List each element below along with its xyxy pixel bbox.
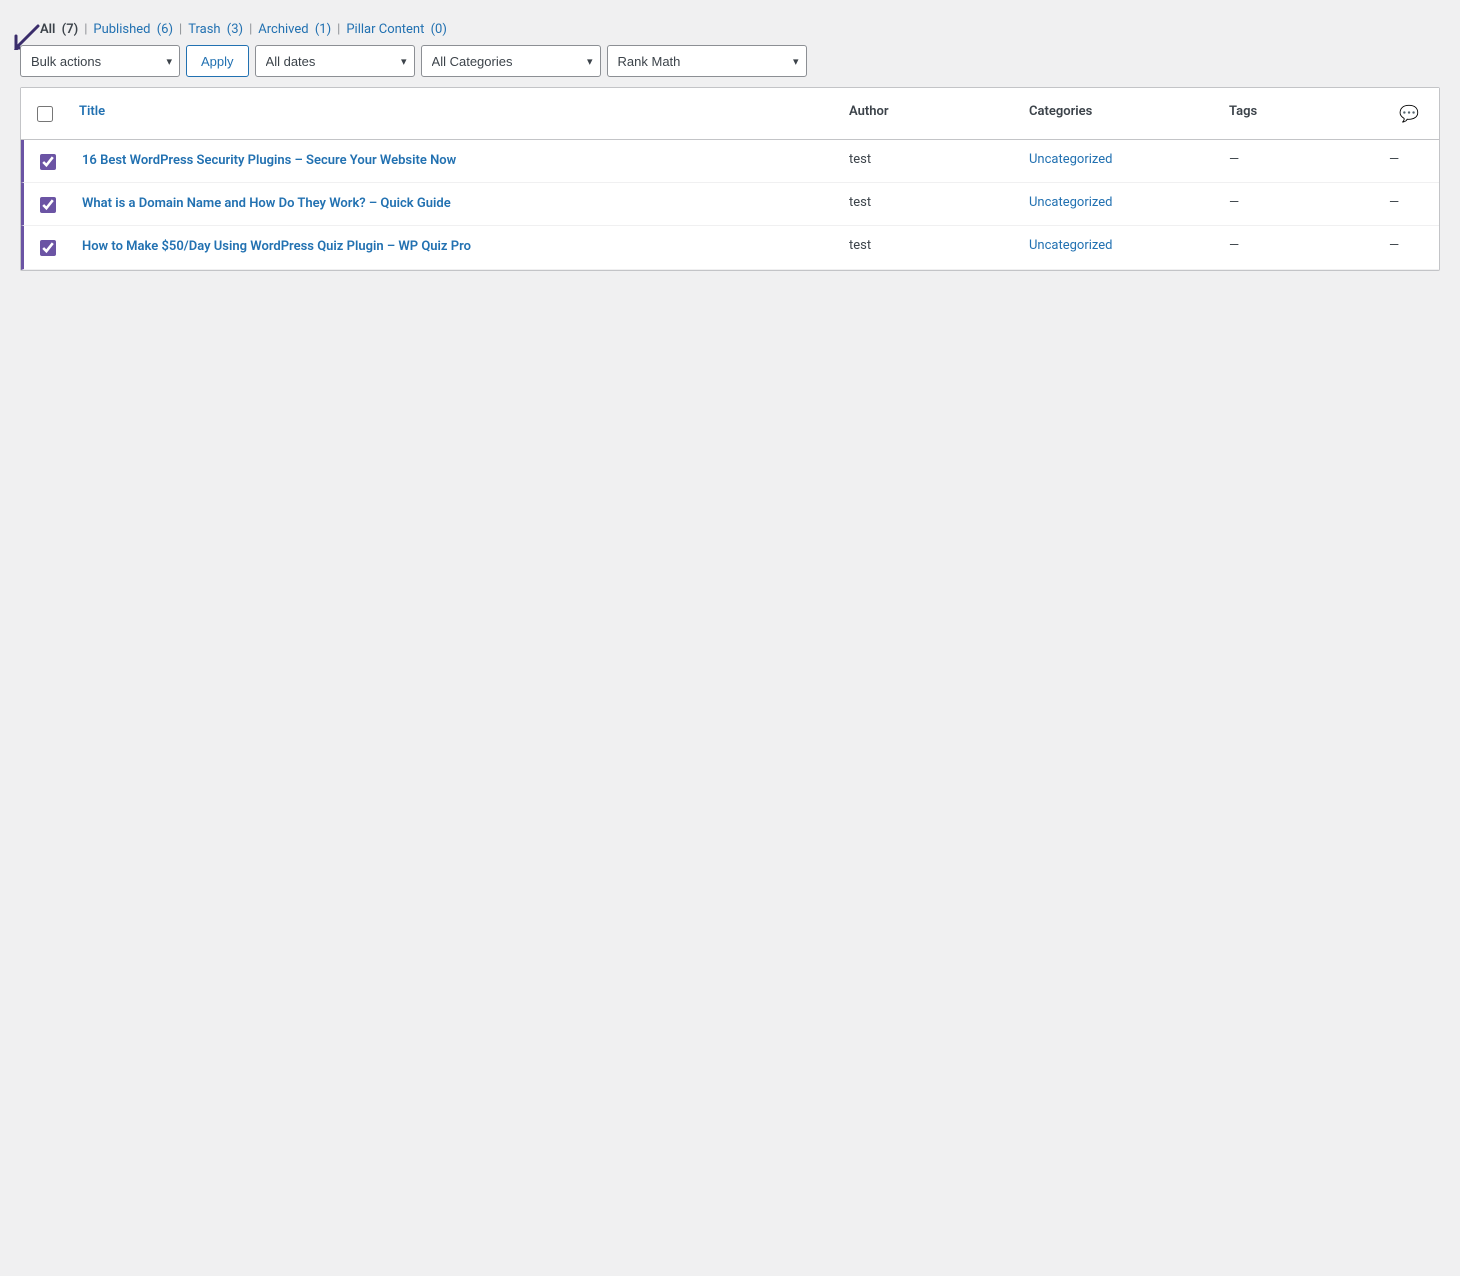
filter-archived[interactable]: Archived (1) bbox=[258, 22, 331, 37]
table-row: What is a Domain Name and How Do They Wo… bbox=[21, 183, 1439, 226]
row-1-category-cell[interactable]: Uncategorized bbox=[1019, 140, 1219, 182]
select-all-wrapper bbox=[21, 96, 69, 131]
row-1-comments-cell: — bbox=[1379, 140, 1439, 182]
col-header-title[interactable]: Title bbox=[69, 96, 839, 131]
row-3-author-cell: test bbox=[839, 226, 1019, 268]
dates-select[interactable]: All dates bbox=[255, 45, 415, 77]
row-3-checkbox-cell bbox=[24, 226, 72, 268]
row-3-category-cell[interactable]: Uncategorized bbox=[1019, 226, 1219, 268]
filter-links-row: All (7) | Published (6) | Trash (3) | Ar… bbox=[20, 16, 1440, 37]
row-1-tags-cell: — bbox=[1219, 140, 1379, 182]
row-1-author-cell: test bbox=[839, 140, 1019, 182]
bulk-actions-wrapper: Bulk actions ▾ bbox=[20, 45, 180, 77]
table-row: 16 Best WordPress Security Plugins – Sec… bbox=[21, 140, 1439, 183]
apply-button[interactable]: Apply bbox=[186, 45, 249, 77]
posts-table: Title Author Categories Tags 💬 16 Best W… bbox=[20, 87, 1440, 271]
select-all-checkbox[interactable] bbox=[37, 106, 53, 122]
row-3-checkbox[interactable] bbox=[40, 240, 56, 256]
page-wrapper: All (7) | Published (6) | Trash (3) | Ar… bbox=[0, 0, 1460, 1276]
row-2-author-cell: test bbox=[839, 183, 1019, 225]
rank-math-select[interactable]: Rank Math bbox=[607, 45, 807, 77]
row-2-comments-cell: — bbox=[1379, 183, 1439, 225]
row-2-checkbox[interactable] bbox=[40, 197, 56, 213]
row-2-category-cell[interactable]: Uncategorized bbox=[1019, 183, 1219, 225]
row-3-tags-cell: — bbox=[1219, 226, 1379, 268]
table-header: Title Author Categories Tags 💬 bbox=[21, 88, 1439, 140]
row-2-tags-cell: — bbox=[1219, 183, 1379, 225]
col-header-categories: Categories bbox=[1019, 96, 1219, 131]
row-1-title-link[interactable]: 16 Best WordPress Security Plugins – Sec… bbox=[82, 152, 829, 170]
row-3-title-cell: How to Make $50/Day Using WordPress Quiz… bbox=[72, 226, 839, 268]
row-2-title-link[interactable]: What is a Domain Name and How Do They Wo… bbox=[82, 195, 829, 213]
row-2-checkbox-cell bbox=[24, 183, 72, 225]
filter-pillar[interactable]: Pillar Content (0) bbox=[346, 22, 447, 37]
categories-wrapper: All Categories ▾ bbox=[421, 45, 601, 77]
comment-header-icon: 💬 bbox=[1399, 104, 1419, 123]
col-header-author: Author bbox=[839, 96, 1019, 131]
dates-wrapper: All dates ▾ bbox=[255, 45, 415, 77]
bulk-actions-select[interactable]: Bulk actions bbox=[20, 45, 180, 77]
filter-trash[interactable]: Trash (3) bbox=[188, 22, 243, 37]
categories-select[interactable]: All Categories bbox=[421, 45, 601, 77]
row-2-title-cell: What is a Domain Name and How Do They Wo… bbox=[72, 183, 839, 225]
row-1-checkbox[interactable] bbox=[40, 154, 56, 170]
row-1-title-cell: 16 Best WordPress Security Plugins – Sec… bbox=[72, 140, 839, 182]
col-header-tags: Tags bbox=[1219, 96, 1379, 131]
row-1-checkbox-cell bbox=[24, 140, 72, 182]
toolbar: Bulk actions ▾ Apply All dates ▾ All Cat… bbox=[0, 37, 1460, 87]
rank-math-wrapper: Rank Math ▾ bbox=[607, 45, 807, 77]
row-3-title-link[interactable]: How to Make $50/Day Using WordPress Quiz… bbox=[82, 238, 829, 256]
filter-published[interactable]: Published (6) bbox=[93, 22, 173, 37]
row-3-comments-cell: — bbox=[1379, 226, 1439, 268]
filter-links: All (7) | Published (6) | Trash (3) | Ar… bbox=[40, 22, 447, 37]
table-row: How to Make $50/Day Using WordPress Quiz… bbox=[21, 226, 1439, 269]
col-header-comments: 💬 bbox=[1379, 96, 1439, 131]
